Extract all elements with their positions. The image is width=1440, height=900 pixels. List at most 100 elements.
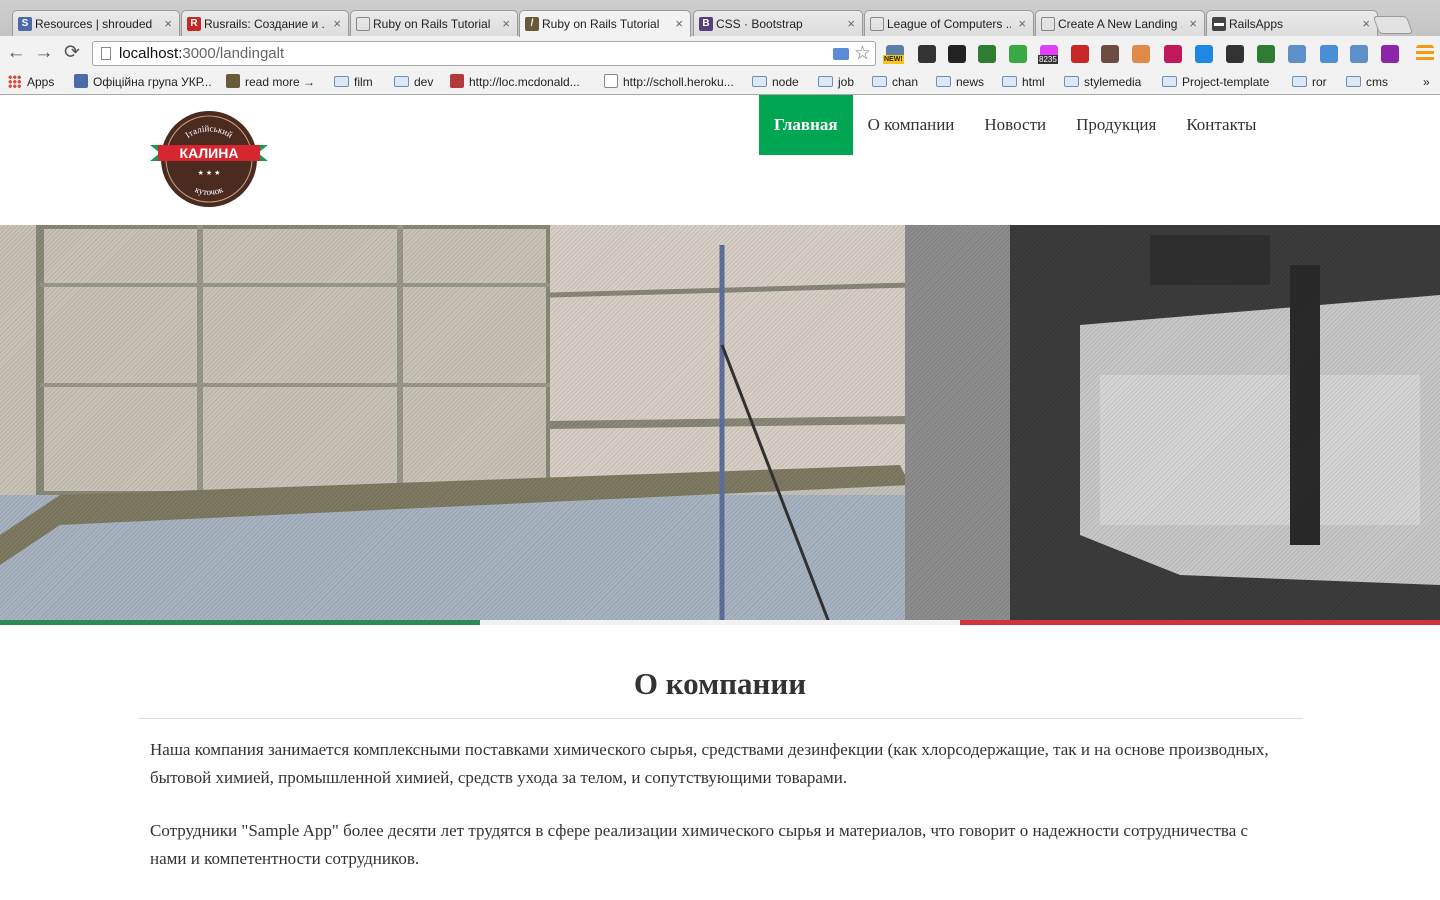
tab-favicon: / xyxy=(525,17,539,31)
bookmark-folder-13[interactable]: stylemedia xyxy=(1064,73,1141,91)
italian-flag-stripe xyxy=(0,620,1440,625)
close-icon[interactable]: × xyxy=(675,11,683,37)
about-title: О компании xyxy=(633,666,807,701)
color-ext-icon[interactable] xyxy=(1009,45,1027,63)
folder-icon xyxy=(818,76,833,87)
flag-white xyxy=(480,620,960,625)
chart-ext-icon[interactable] xyxy=(948,45,966,63)
about-paragraph-1: Наша компания занимается комплексными по… xyxy=(150,740,1269,787)
bookmark-folder-9[interactable]: job xyxy=(818,73,854,91)
close-icon[interactable]: × xyxy=(847,11,855,37)
new-badge: NEW! xyxy=(883,55,904,64)
page-icon xyxy=(870,17,884,31)
folder-ext-icon[interactable] xyxy=(1320,45,1338,63)
address-url[interactable]: localhost:3000/landingalt xyxy=(119,42,284,66)
bookmark-star-icon[interactable]: ☆ xyxy=(854,42,871,65)
bookmark-folder-14[interactable]: Project-template xyxy=(1162,73,1269,91)
logo-main-text: КАЛИНА xyxy=(180,145,239,161)
bookmark-folder-11[interactable]: news xyxy=(936,73,984,91)
bookmark-2[interactable]: Офіційна група УКР... xyxy=(74,73,212,91)
url-path: 3000/landingalt xyxy=(182,45,285,62)
bookmark-folder-4[interactable]: film xyxy=(334,73,373,91)
bookmark-1[interactable]: Apps xyxy=(8,73,54,91)
apps-grid-icon xyxy=(8,75,21,88)
page-icon xyxy=(604,74,618,88)
tab-label: RailsApps xyxy=(1229,17,1284,31)
tab-rails-tutorial-1[interactable]: Ruby on Rails Tutorial × xyxy=(350,10,518,37)
window-ext-icon[interactable] xyxy=(1257,45,1275,63)
folder-icon xyxy=(872,76,887,87)
site-favicon xyxy=(74,74,88,88)
menu-icon[interactable] xyxy=(1381,45,1399,63)
bookmark-label: Apps xyxy=(27,75,55,89)
bookmark-label: read more → xyxy=(245,75,316,89)
e-ext-icon[interactable] xyxy=(1132,45,1150,63)
bookmark-label: film xyxy=(354,75,373,89)
url-host: localhost: xyxy=(119,45,183,62)
bookmark-3[interactable]: read more → xyxy=(226,73,315,91)
close-icon[interactable]: × xyxy=(1189,11,1197,37)
close-icon[interactable]: × xyxy=(333,11,341,37)
bw-ext-icon[interactable] xyxy=(1226,45,1244,63)
bookmark-folder-10[interactable]: chan xyxy=(872,73,918,91)
bookmark-label: Project-template xyxy=(1182,75,1270,89)
site-favicon xyxy=(450,74,464,88)
forward-icon[interactable]: → xyxy=(33,42,55,64)
network-ext-icon[interactable] xyxy=(1288,45,1306,63)
tab-bootstrap[interactable]: B CSS · Bootstrap × xyxy=(693,10,863,37)
resize-ext-icon[interactable] xyxy=(1350,45,1368,63)
tab-railsapps[interactable]: ▬ RailsApps × xyxy=(1206,10,1378,37)
close-icon[interactable]: × xyxy=(502,11,510,37)
folder-icon xyxy=(1162,76,1177,87)
bookmark-folder-15[interactable]: ror xyxy=(1292,73,1327,91)
refresh-ext-icon[interactable] xyxy=(978,45,996,63)
tab-label: League of Computers ... xyxy=(887,17,1011,31)
kalina-logo[interactable]: Італійський куточок КАЛИНА ★ ★ ★ xyxy=(150,109,268,211)
tab-label: Create A New Landing ... xyxy=(1058,17,1182,31)
feed-icon[interactable] xyxy=(833,48,849,60)
about-divider xyxy=(138,718,1303,719)
folder-icon xyxy=(334,76,349,87)
nav-news[interactable]: Новости xyxy=(969,95,1061,155)
instagram-ext-icon[interactable] xyxy=(1071,45,1089,63)
folder-icon xyxy=(1002,76,1017,87)
hero-pattern-overlay xyxy=(0,225,1440,625)
bookmarks-overflow-icon[interactable]: » xyxy=(1423,73,1430,91)
tab-rails-tutorial-2[interactable]: / Ruby on Rails Tutorial × xyxy=(519,10,691,37)
close-icon[interactable]: × xyxy=(1018,11,1026,37)
bookmark-folder-8[interactable]: node xyxy=(752,73,799,91)
nav-products[interactable]: Продукция xyxy=(1061,95,1171,155)
folder-icon xyxy=(394,76,409,87)
tab-label: Ruby on Rails Tutorial xyxy=(542,17,660,31)
tab-landing[interactable]: Create A New Landing ... × xyxy=(1035,10,1205,37)
chrome-menu-icon[interactable] xyxy=(1416,45,1434,63)
mail-ext-icon[interactable]: NEW! xyxy=(883,45,904,64)
translate-ext-icon[interactable] xyxy=(1164,45,1182,63)
tab-rusrails[interactable]: R Rusrails: Создание и ... × xyxy=(181,10,349,37)
site-favicon xyxy=(226,74,240,88)
new-tab-button[interactable] xyxy=(1372,16,1414,34)
bookmark-label: http://scholl.heroku... xyxy=(623,75,734,89)
bookmark-folder-12[interactable]: html xyxy=(1002,73,1045,91)
tab-resources[interactable]: S Resources | shrouded × xyxy=(12,10,180,37)
bookmark-folder-16[interactable]: cms xyxy=(1346,73,1388,91)
close-icon[interactable]: × xyxy=(164,11,172,37)
tab-league-of-computers[interactable]: League of Computers ... × xyxy=(864,10,1034,37)
back-icon[interactable]: ← xyxy=(5,42,27,64)
gmail-ext-icon[interactable]: 8235 xyxy=(1038,45,1058,64)
reload-icon[interactable]: ⟳ xyxy=(61,42,83,64)
gear-ext-icon[interactable] xyxy=(1195,45,1213,63)
bookmark-folder-5[interactable]: dev xyxy=(394,73,433,91)
bookmark-label: chan xyxy=(892,75,919,89)
bookmark-6[interactable]: http://loc.mcdonald... xyxy=(450,73,580,91)
nav-about[interactable]: О компании xyxy=(853,95,970,155)
bookmark-label: dev xyxy=(414,75,434,89)
lotus-ext-icon[interactable] xyxy=(1101,45,1119,63)
nav-home[interactable]: Главная xyxy=(759,95,853,155)
ruler-ext-icon[interactable] xyxy=(918,45,936,63)
tab-label: Rusrails: Создание и ... xyxy=(204,17,326,31)
bookmark-7[interactable]: http://scholl.heroku... xyxy=(604,73,734,91)
close-icon[interactable]: × xyxy=(1362,11,1370,37)
address-bar[interactable]: localhost:3000/landingalt ☆ xyxy=(92,41,876,66)
nav-contacts[interactable]: Контакты xyxy=(1171,95,1271,155)
